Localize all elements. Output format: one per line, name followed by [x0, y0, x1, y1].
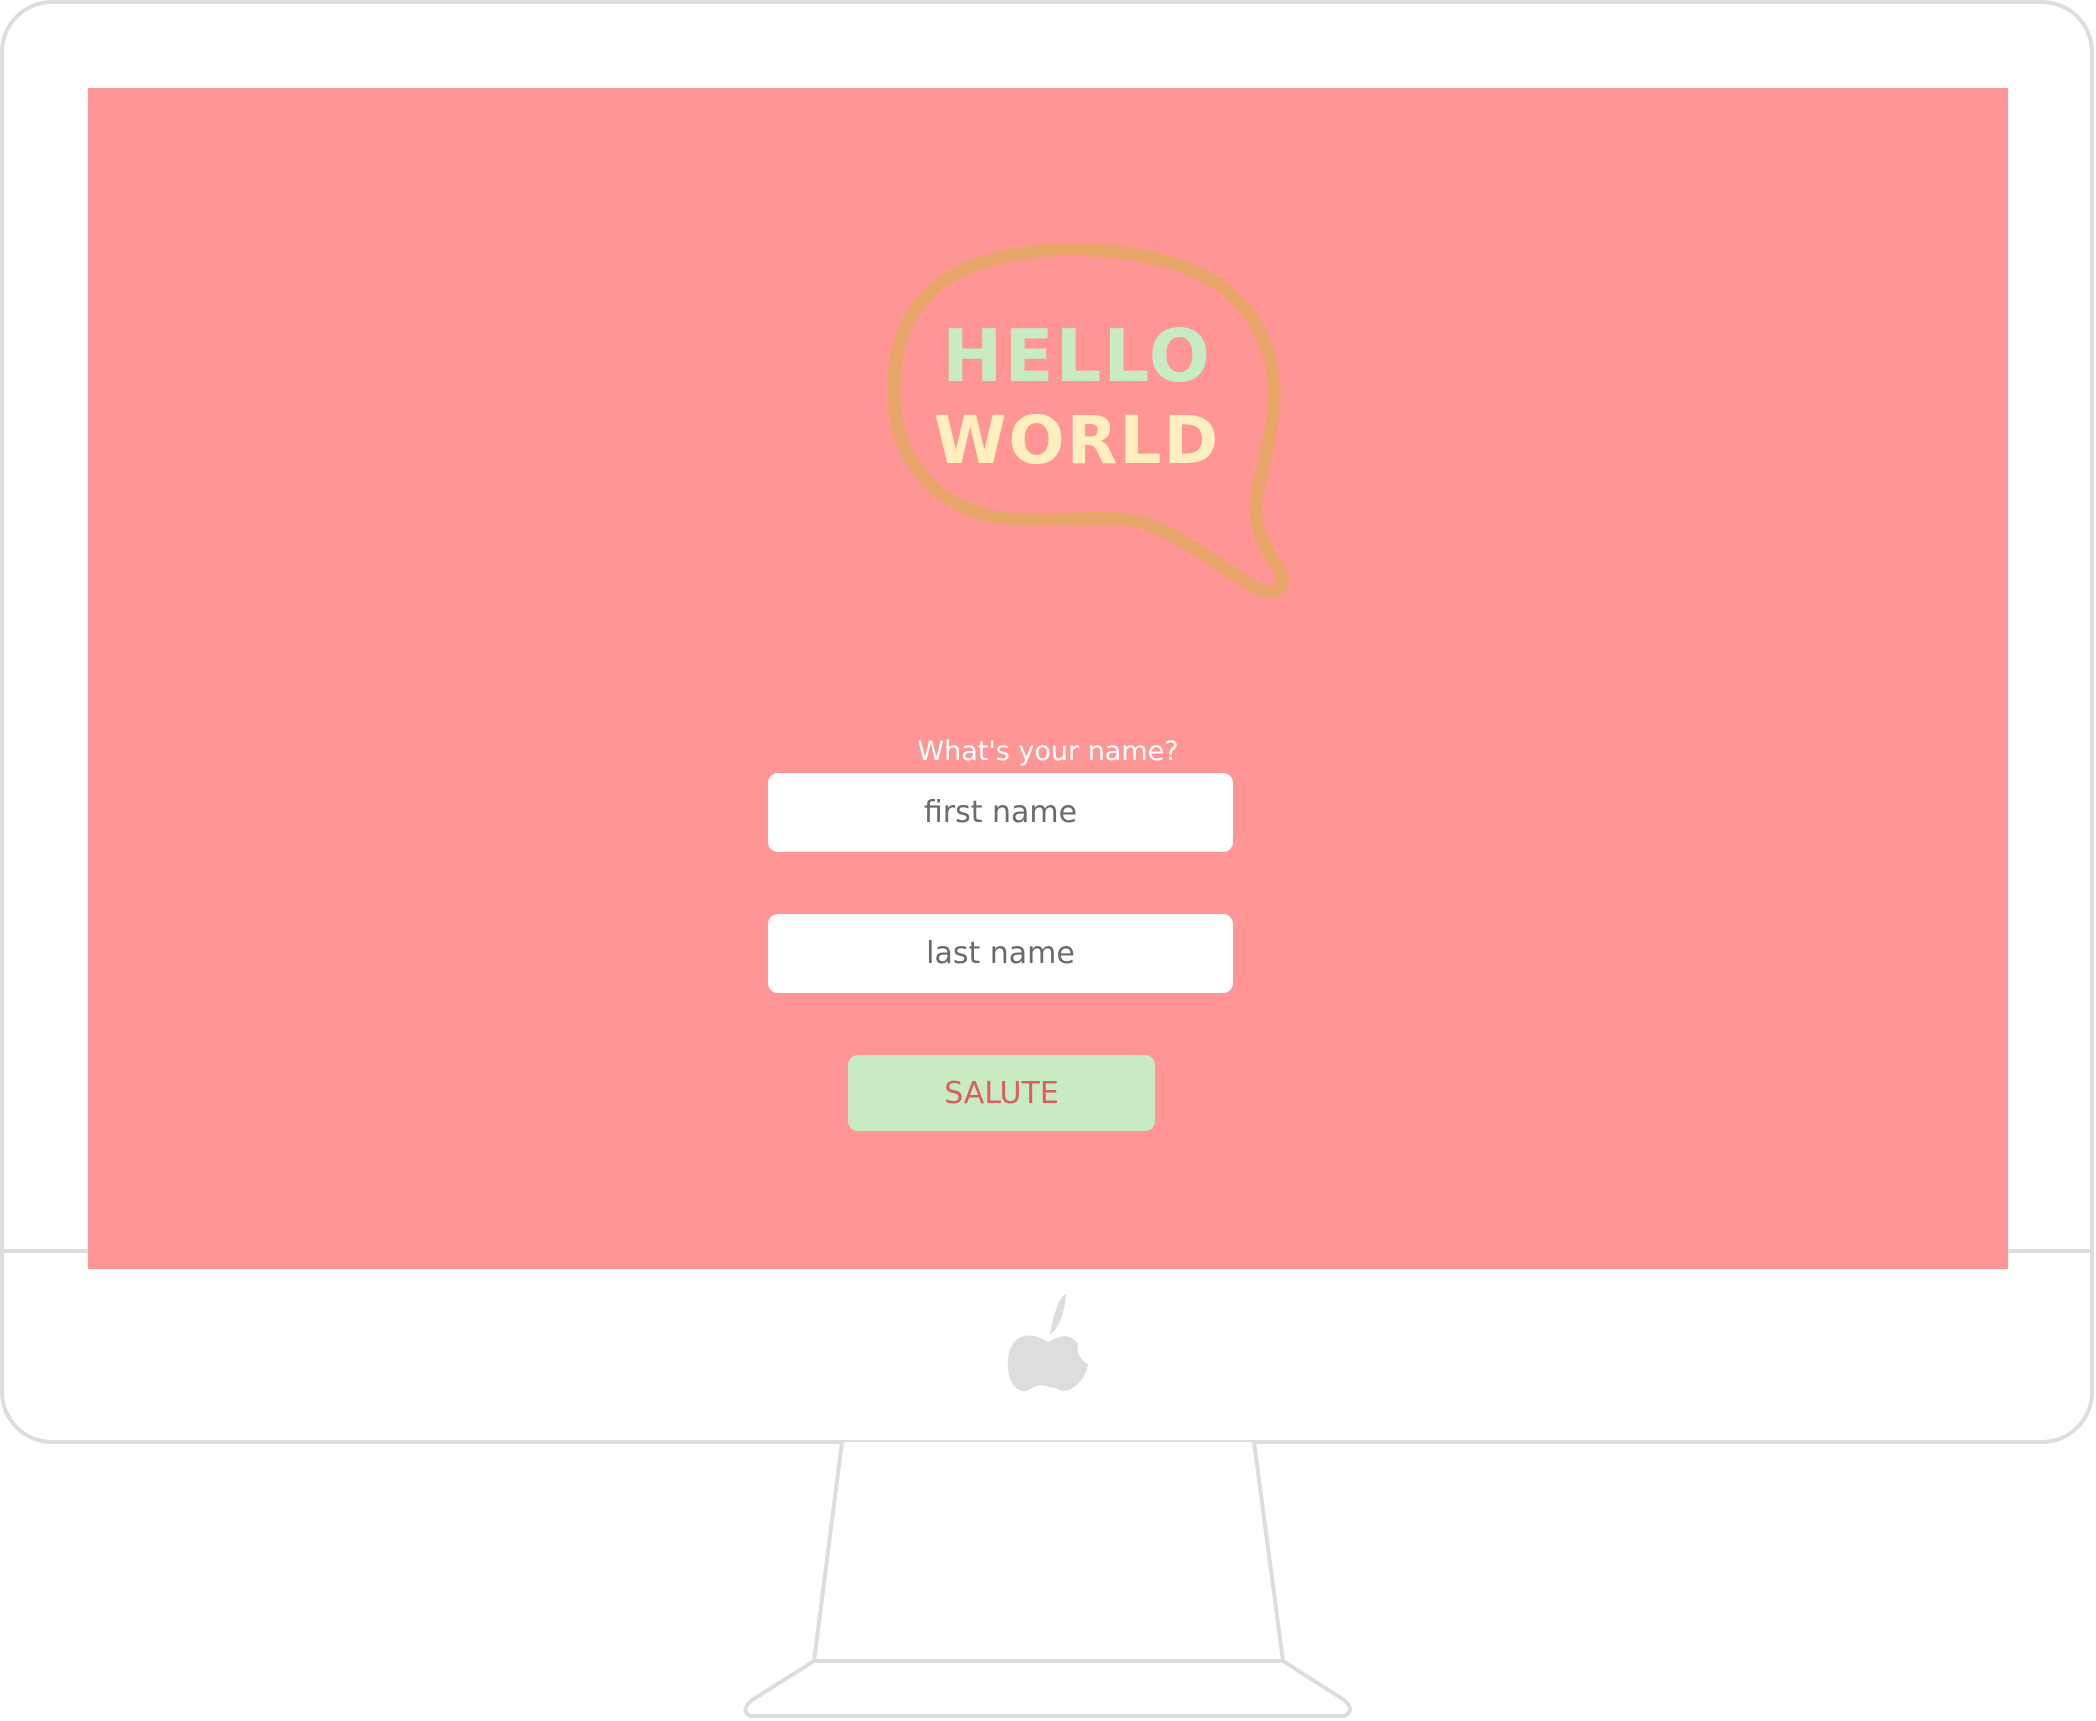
logo-world-text: WORLD [934, 402, 1221, 479]
salute-button[interactable]: SALUTE [848, 1055, 1155, 1131]
screen: HELLO WORLD What's your name? SALUTE [88, 88, 2008, 1269]
monitor-stand [811, 1441, 1286, 1663]
hello-world-logo: HELLO WORLD [887, 242, 1289, 599]
logo-hello-text: HELLO [942, 314, 1212, 398]
last-name-input[interactable] [768, 914, 1233, 993]
monitor-base [743, 1659, 1352, 1718]
name-prompt: What's your name? [917, 736, 1179, 767]
first-name-input[interactable] [768, 773, 1233, 852]
